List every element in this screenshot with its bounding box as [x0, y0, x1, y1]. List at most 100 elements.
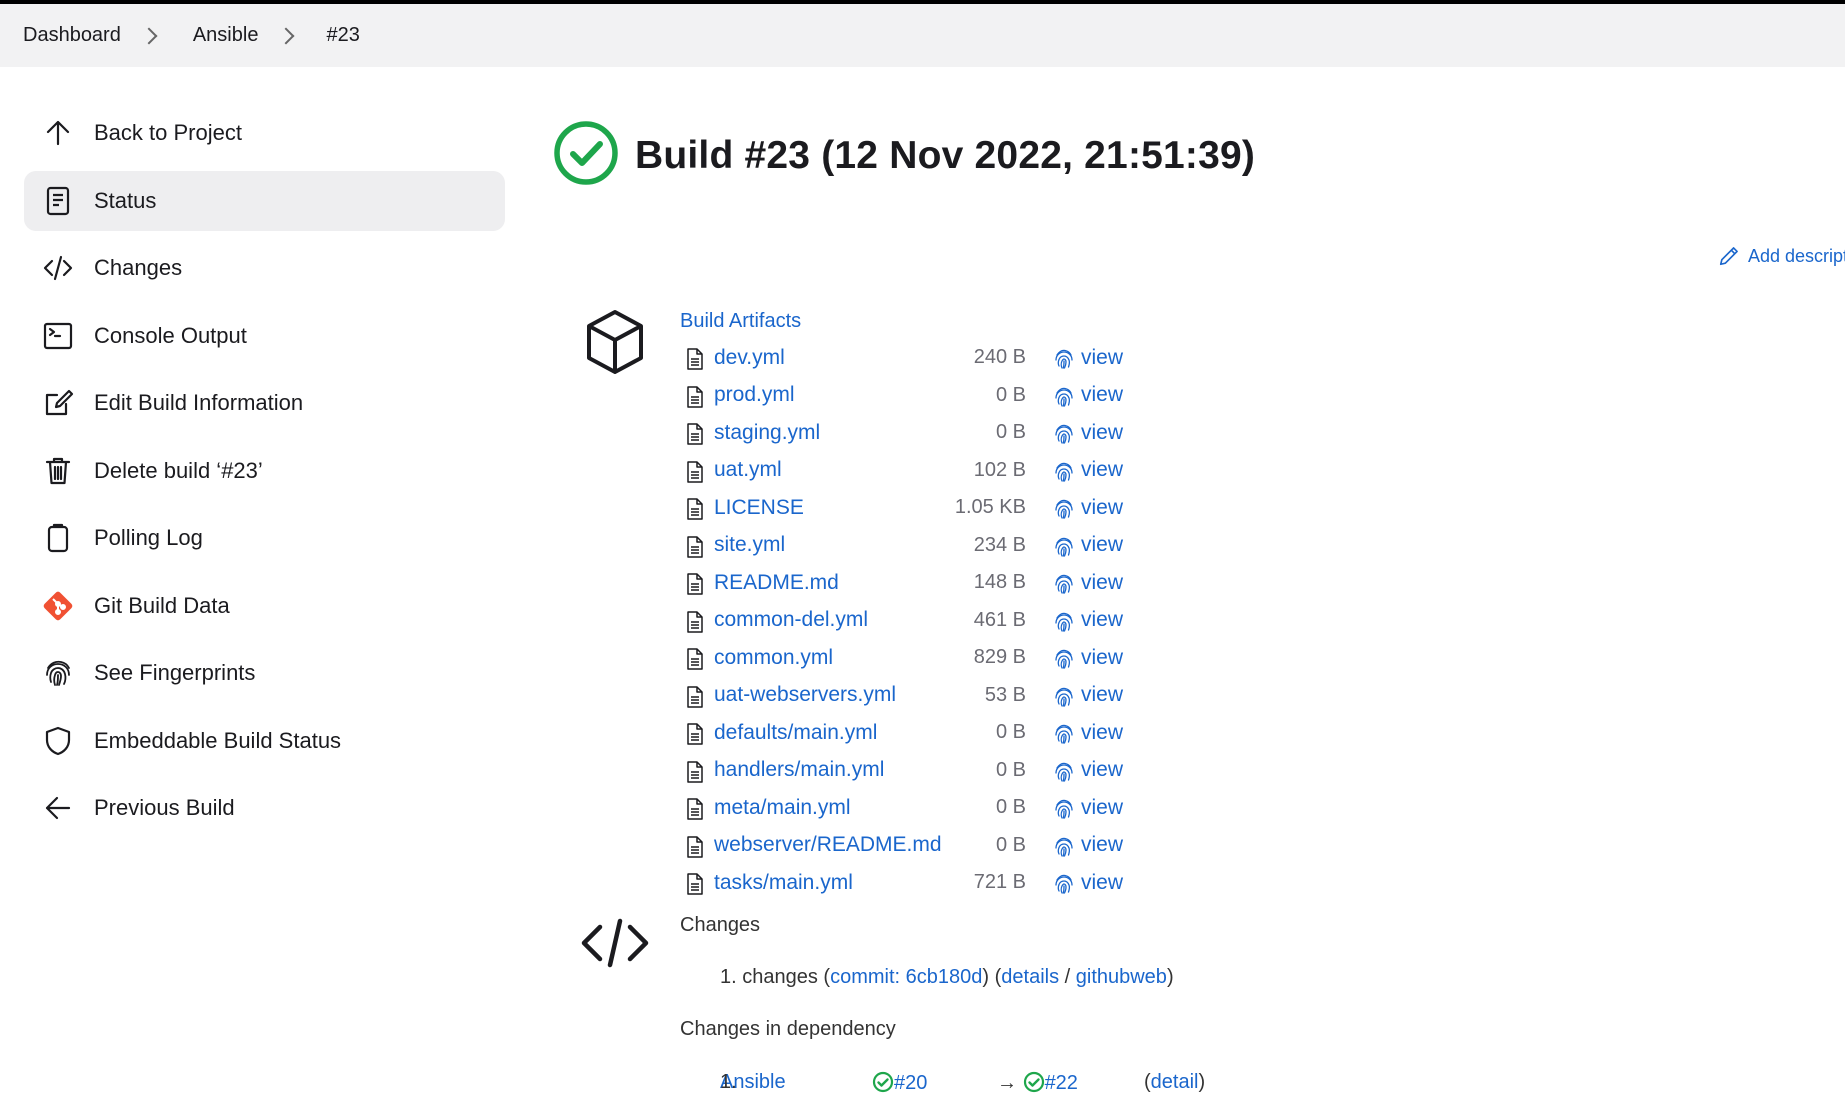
sidebar-item-see-fingerprints[interactable]: See Fingerprints — [24, 643, 505, 703]
commit-link[interactable]: commit: 6cb180d — [830, 966, 982, 988]
fingerprint-icon — [42, 657, 74, 689]
sidebar-item-embeddable-build-status[interactable]: Embeddable Build Status — [24, 711, 505, 771]
trash-icon — [42, 455, 74, 487]
artifact-file-link[interactable]: meta/main.yml — [714, 796, 851, 820]
git-icon — [42, 590, 74, 622]
artifact-view-link[interactable]: view — [1081, 421, 1123, 445]
sidebar-item-label: Changes — [94, 255, 183, 280]
artifact-file-link[interactable]: staging.yml — [714, 421, 820, 445]
sidebar-item-status[interactable]: Status — [24, 170, 505, 231]
box-icon — [587, 310, 643, 374]
sidebar: Back to Project Status Changes Console O… — [24, 103, 505, 846]
artifact-file-link[interactable]: README.md — [714, 571, 839, 595]
sidebar-item-delete-build[interactable]: Delete build ‘#23’ — [24, 441, 505, 501]
artifact-view-link[interactable]: view — [1081, 346, 1123, 370]
changes-slash: / — [1059, 966, 1076, 988]
add-description-link[interactable]: Add descript — [1718, 245, 1845, 267]
changes-prefix: 1. changes ( — [720, 966, 831, 988]
artifact-view-link[interactable]: view — [1081, 758, 1123, 782]
artifact-file-link[interactable]: webserver/README.md — [714, 833, 942, 857]
dependency-detail: (detail) — [1144, 1071, 1205, 1094]
sidebar-item-polling-log[interactable]: Polling Log — [24, 508, 505, 568]
breadcrumb-dashboard[interactable]: Dashboard — [23, 24, 121, 47]
artifact-file-link[interactable]: dev.yml — [714, 346, 785, 370]
artifact-row: defaults/main.yml 0 B view — [686, 714, 1146, 752]
artifact-row: uat-webservers.yml 53 B view — [686, 677, 1146, 715]
breadcrumb-build[interactable]: #23 — [326, 24, 359, 47]
sidebar-item-back-to-project[interactable]: Back to Project — [24, 103, 505, 163]
artifact-view-link[interactable]: view — [1081, 458, 1123, 482]
artifact-file-link[interactable]: prod.yml — [714, 383, 795, 407]
artifact-view-link[interactable]: view — [1081, 683, 1123, 707]
fingerprint-icon — [1053, 498, 1075, 520]
dependency-to-link[interactable]: #22 — [1045, 1072, 1078, 1094]
artifact-view-link[interactable]: view — [1081, 721, 1123, 745]
artifact-view-link[interactable]: view — [1081, 571, 1123, 595]
artifact-file-link[interactable]: common-del.yml — [714, 608, 868, 632]
file-icon — [686, 573, 704, 595]
artifact-view-link[interactable]: view — [1081, 646, 1123, 670]
changes-close: ) — [1166, 966, 1174, 988]
artifact-size: 234 B — [973, 533, 1026, 556]
artifact-view-link[interactable]: view — [1081, 496, 1123, 520]
artifact-size: 721 B — [973, 871, 1026, 894]
dependency-detail-link[interactable]: detail — [1151, 1071, 1199, 1093]
success-check-icon — [1023, 1071, 1044, 1093]
artifact-view-link[interactable]: view — [1081, 533, 1123, 557]
file-icon — [686, 835, 704, 858]
artifact-view-link[interactable]: view — [1081, 796, 1123, 820]
sidebar-item-git-build-data[interactable]: Git Build Data — [24, 576, 505, 636]
artifact-file-link[interactable]: uat-webservers.yml — [714, 683, 896, 707]
success-check-icon — [872, 1071, 894, 1093]
code-icon — [581, 918, 649, 968]
sidebar-item-edit-build-information[interactable]: Edit Build Information — [24, 373, 505, 433]
details-link[interactable]: details — [1001, 966, 1059, 988]
artifact-file-link[interactable]: defaults/main.yml — [714, 721, 877, 745]
artifact-size: 0 B — [995, 383, 1026, 406]
page-title: Build #23 (12 Nov 2022, 21:51:39) — [635, 133, 1256, 177]
dependency-from-link[interactable]: #20 — [894, 1072, 927, 1094]
fingerprint-icon — [1053, 348, 1075, 370]
artifact-view-link[interactable]: view — [1081, 833, 1123, 857]
fingerprint-icon — [1053, 423, 1075, 445]
arrow-up-icon — [42, 117, 74, 149]
artifact-row: prod.yml 0 B view — [686, 377, 1146, 415]
build-artifacts-link[interactable]: Build Artifacts — [680, 310, 801, 333]
sidebar-item-changes[interactable]: Changes — [24, 238, 505, 298]
code-icon — [42, 252, 74, 284]
artifact-file-link[interactable]: tasks/main.yml — [714, 871, 853, 895]
artifact-view-link[interactable]: view — [1081, 871, 1123, 895]
chevron-right-icon — [140, 27, 158, 44]
arrow-right-text: → — [997, 1072, 1017, 1094]
sidebar-item-previous-build[interactable]: Previous Build — [24, 778, 505, 838]
file-icon — [686, 498, 704, 520]
artifact-file-link[interactable]: LICENSE — [714, 496, 804, 520]
artifact-row: common-del.yml 461 B view — [686, 602, 1146, 640]
artifact-view-link[interactable]: view — [1081, 383, 1123, 407]
breadcrumb-ansible[interactable]: Ansible — [193, 24, 259, 47]
arrow-left-icon — [42, 792, 74, 824]
artifact-view-link[interactable]: view — [1081, 608, 1123, 632]
file-icon — [686, 723, 704, 745]
edit-icon — [42, 387, 74, 419]
artifact-file-link[interactable]: handlers/main.yml — [714, 758, 884, 782]
artifact-size: 0 B — [995, 721, 1026, 744]
artifact-file-link[interactable]: uat.yml — [714, 458, 782, 482]
sidebar-item-console-output[interactable]: Console Output — [24, 306, 505, 366]
file-icon — [686, 348, 704, 370]
artifact-size: 0 B — [995, 421, 1026, 444]
sidebar-item-label: Delete build ‘#23’ — [94, 457, 263, 483]
chevron-right-icon — [277, 27, 295, 44]
artifact-row: dev.yml 240 B view — [686, 339, 1146, 377]
artifact-file-link[interactable]: site.yml — [714, 533, 785, 557]
file-icon — [686, 423, 704, 445]
sidebar-item-label: Git Build Data — [94, 592, 230, 618]
artifact-row: README.md 148 B view — [686, 564, 1146, 602]
githubweb-link[interactable]: githubweb — [1076, 966, 1167, 988]
changes-heading: Changes — [680, 914, 761, 936]
paren-open: ( — [1144, 1071, 1151, 1093]
fingerprint-icon — [1053, 573, 1075, 595]
fingerprint-icon — [1053, 461, 1075, 483]
artifact-size: 0 B — [995, 796, 1026, 819]
artifact-file-link[interactable]: common.yml — [714, 646, 833, 670]
